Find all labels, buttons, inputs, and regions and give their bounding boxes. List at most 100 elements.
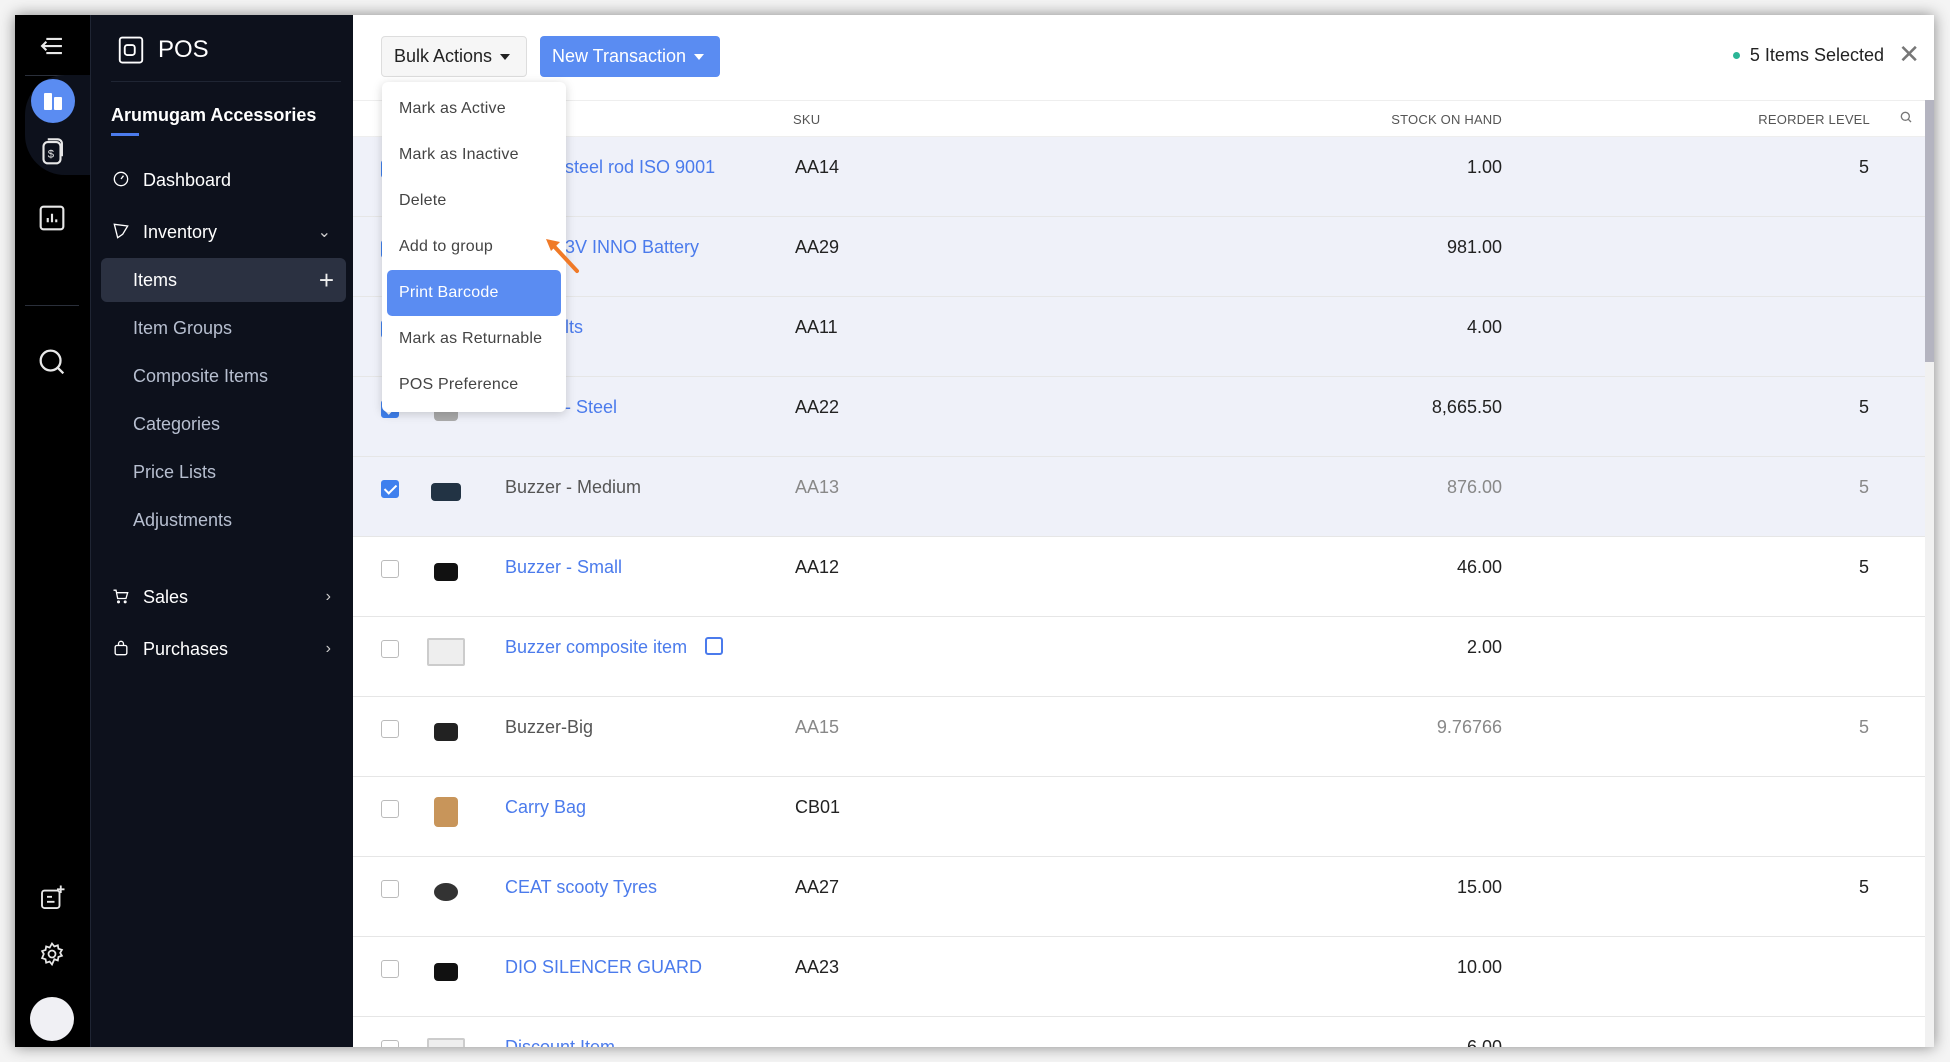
menu-print-barcode[interactable]: Print Barcode <box>387 270 561 316</box>
nav-sales[interactable]: Sales › <box>111 575 345 619</box>
item-sku: AA12 <box>795 557 840 577</box>
organization-name[interactable]: Arumugam Accessories <box>111 105 316 126</box>
item-sku: AA27 <box>795 877 840 897</box>
app-brand: POS <box>116 35 209 65</box>
add-note-icon[interactable] <box>37 883 67 913</box>
nav-inventory[interactable]: Inventory ⌄ <box>111 210 345 254</box>
nav-item-groups[interactable]: Item Groups <box>101 306 346 350</box>
item-stock: 1.00 <box>1466 157 1502 177</box>
add-item-icon[interactable]: + <box>319 265 334 296</box>
item-name-link[interactable]: Buzzer - Small <box>505 557 622 578</box>
item-thumbnail <box>423 869 469 915</box>
collapse-menu-icon[interactable] <box>35 29 69 63</box>
row-checkbox[interactable] <box>381 720 399 738</box>
table-row[interactable]: lts AA11 4.00 <box>353 297 1934 377</box>
nav-price-lists[interactable]: Price Lists <box>101 450 346 494</box>
new-transaction-button[interactable]: New Transaction <box>540 36 720 77</box>
settings-icon[interactable] <box>38 940 66 968</box>
menu-mark-active[interactable]: Mark as Active <box>387 86 561 132</box>
item-stock: 15.00 <box>1456 877 1502 897</box>
item-stock: 2.00 <box>1466 637 1502 657</box>
bag-icon <box>111 638 133 660</box>
scrollbar-thumb[interactable] <box>1925 100 1934 362</box>
main-content: Bulk Actions New Transaction 5 Items Sel… <box>353 15 1934 1047</box>
row-checkbox[interactable] <box>381 880 399 898</box>
table-row[interactable]: Buzzer - Small AA12 46.00 5 <box>353 537 1934 617</box>
nav-composite-items[interactable]: Composite Items <box>101 354 346 398</box>
row-checkbox[interactable] <box>381 560 399 578</box>
reports-icon[interactable] <box>35 201 69 235</box>
bulk-actions-button[interactable]: Bulk Actions <box>381 36 527 77</box>
item-name-link[interactable]: Buzzer - Medium <box>505 477 641 498</box>
item-name-link[interactable]: Buzzer-Big <box>505 717 593 738</box>
nav-label: Item Groups <box>133 317 233 338</box>
item-name-link[interactable]: Carry Bag <box>505 797 586 818</box>
search-icon[interactable] <box>35 345 69 379</box>
table-row[interactable]: DIO SILENCER GUARD AA23 10.00 <box>353 937 1934 1017</box>
table-row[interactable]: Buzzer composite item 2.00 <box>353 617 1934 697</box>
table-row[interactable]: CEAT scooty Tyres AA27 15.00 5 <box>353 857 1934 937</box>
row-checkbox[interactable] <box>381 960 399 978</box>
nav-categories[interactable]: Categories <box>101 402 346 446</box>
menu-mark-returnable[interactable]: Mark as Returnable <box>387 316 561 362</box>
item-sku: AA15 <box>795 717 840 737</box>
table-row[interactable]: Discount Item 6.00 <box>353 1017 1934 1047</box>
item-name-link[interactable]: - Steel <box>565 397 617 418</box>
row-checkbox[interactable] <box>381 640 399 658</box>
item-thumbnail <box>423 549 469 595</box>
row-checkbox[interactable] <box>381 480 399 498</box>
column-sku[interactable]: SKU <box>793 112 820 127</box>
table-row[interactable]: Buzzer-Big AA15 9.76766 5 <box>353 697 1934 777</box>
item-name-link[interactable]: steel rod ISO 9001 <box>565 157 715 178</box>
item-name-link[interactable]: lts <box>565 317 583 338</box>
table-row[interactable]: Buzzer - Medium AA13 876.00 5 <box>353 457 1934 537</box>
item-stock: 9.76766 <box>1436 717 1502 737</box>
nav-dashboard[interactable]: Dashboard <box>111 158 345 202</box>
nav-label: Purchases <box>143 638 229 659</box>
item-reorder-level: 5 <box>1858 157 1869 177</box>
table-row[interactable]: 3V INNO Battery AA29 981.00 <box>353 217 1934 297</box>
item-name-link[interactable]: DIO SILENCER GUARD <box>505 957 702 978</box>
menu-pos-preference[interactable]: POS Preference <box>387 362 561 408</box>
pointer-arrow-icon <box>546 239 579 273</box>
item-reorder-level: 5 <box>1858 557 1869 577</box>
item-sku: AA22 <box>795 397 840 417</box>
table-header: SKU STOCK ON HAND REORDER LEVEL <box>353 100 1934 137</box>
table-row[interactable]: Carry Bag CB01 <box>353 777 1934 857</box>
item-reorder-level: 5 <box>1858 877 1869 897</box>
search-icon[interactable] <box>1898 109 1914 128</box>
nav-label: Sales <box>143 586 189 607</box>
menu-add-to-group[interactable]: Add to group <box>387 224 561 270</box>
item-name-link[interactable]: CEAT scooty Tyres <box>505 877 657 898</box>
row-checkbox[interactable] <box>381 800 399 818</box>
avatar[interactable] <box>30 997 74 1041</box>
nav-label: Composite Items <box>133 365 269 386</box>
item-thumbnail <box>423 789 469 835</box>
row-checkbox[interactable] <box>381 1040 399 1047</box>
nav-adjustments[interactable]: Adjustments <box>101 498 346 542</box>
scrollbar[interactable] <box>1925 100 1934 1047</box>
close-icon[interactable]: ✕ <box>1898 39 1920 70</box>
org-icon[interactable] <box>31 79 75 123</box>
item-stock: 10.00 <box>1456 957 1502 977</box>
menu-delete[interactable]: Delete <box>387 178 561 224</box>
nav-purchases[interactable]: Purchases › <box>111 627 345 671</box>
item-stock: 46.00 <box>1456 557 1502 577</box>
table-row[interactable]: - Steel AA22 8,665.50 5 <box>353 377 1934 457</box>
chevron-right-icon: › <box>325 640 331 657</box>
item-sku: AA23 <box>795 957 840 977</box>
item-name-link[interactable]: Buzzer composite item <box>505 637 687 658</box>
item-thumbnail <box>423 469 469 515</box>
column-reorder-level[interactable]: REORDER LEVEL <box>1758 112 1870 127</box>
billing-icon[interactable]: $ <box>35 135 69 169</box>
item-name-link[interactable]: 3V INNO Battery <box>565 237 699 258</box>
column-stock-on-hand[interactable]: STOCK ON HAND <box>1391 112 1502 127</box>
caret-down-icon <box>694 53 705 60</box>
menu-mark-inactive[interactable]: Mark as Inactive <box>387 132 561 178</box>
nav-items[interactable]: Items + <box>101 258 346 302</box>
cart-icon <box>111 586 133 608</box>
chevron-right-icon: › <box>325 588 331 605</box>
table-row[interactable]: steel rod ISO 9001 AA14 1.00 5 <box>353 137 1934 217</box>
item-name-link[interactable]: Discount Item <box>505 1037 615 1047</box>
icon-rail: $ <box>15 15 90 1047</box>
